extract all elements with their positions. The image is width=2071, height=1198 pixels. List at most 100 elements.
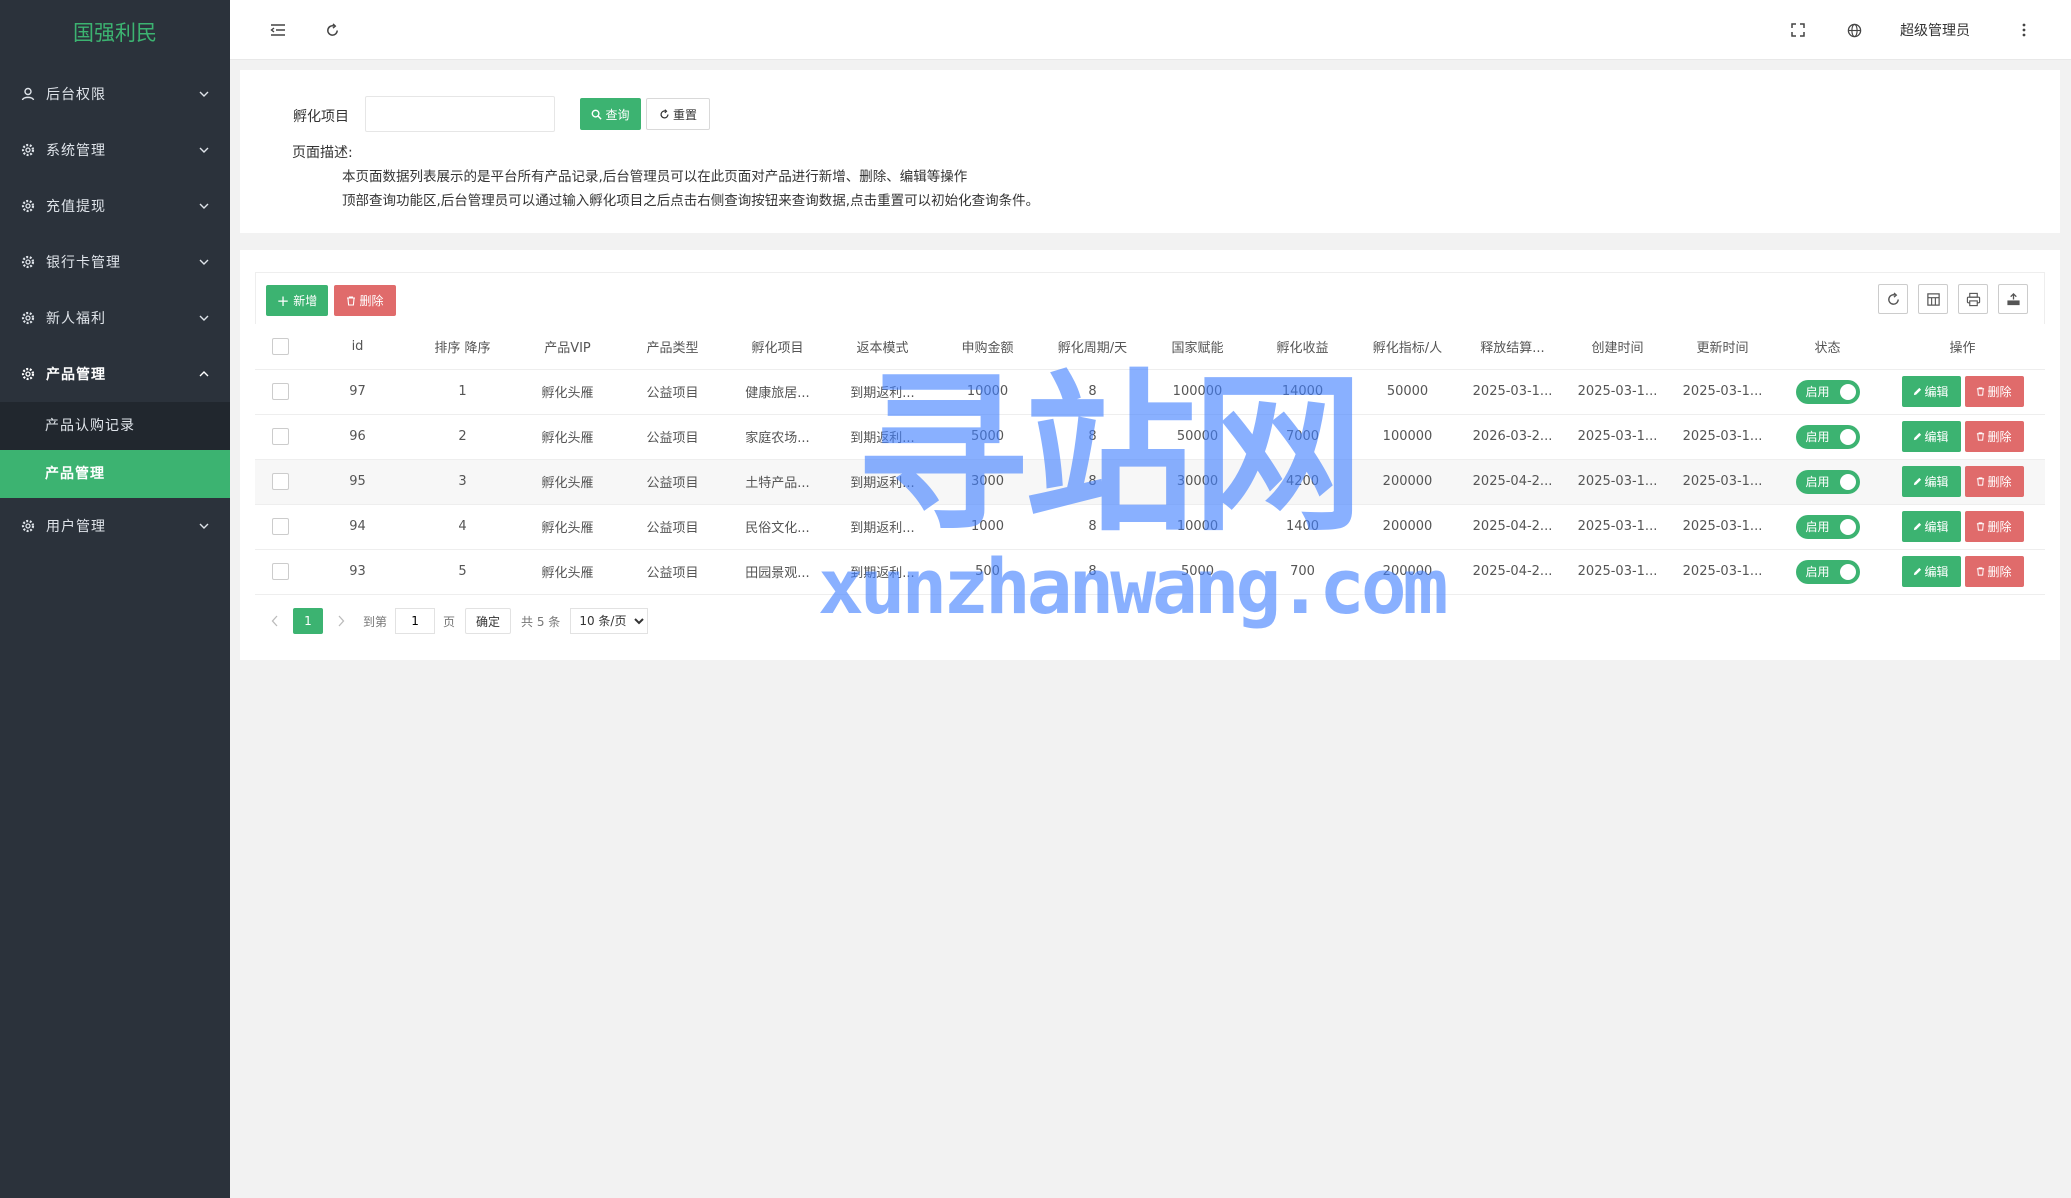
more-vertical-icon[interactable] (2012, 18, 2036, 42)
table-cell: 95 (305, 459, 410, 505)
status-toggle[interactable]: 启用 (1795, 469, 1860, 494)
sidebar-item-system[interactable]: 系统管理 (0, 122, 230, 178)
column-header[interactable]: 更新时间 (1670, 324, 1775, 370)
status-cell: 启用 (1775, 459, 1880, 505)
sidebar-item-label: 产品管理 (46, 367, 106, 383)
row-checkbox[interactable] (271, 428, 289, 445)
column-header[interactable]: 孵化指标/人 (1355, 324, 1460, 370)
chevron-down-icon (198, 256, 210, 268)
table-cell: 50000 (1145, 414, 1250, 460)
top-bar: 超级管理员 (230, 0, 2071, 60)
table-cell: 8 (1040, 369, 1145, 415)
reset-button[interactable]: 重置 (646, 98, 710, 130)
status-toggle-label: 启用 (1805, 565, 1830, 579)
sidebar-item-products[interactable]: 产品管理 (0, 346, 230, 402)
current-page[interactable]: 1 (293, 608, 323, 634)
gear-icon (20, 518, 36, 534)
status-cell: 启用 (1775, 414, 1880, 460)
batch-delete-button[interactable]: 删除 (334, 285, 396, 316)
page-size-select[interactable]: 10 条/页 (570, 608, 649, 634)
edit-button[interactable]: 编辑 (1901, 421, 1961, 452)
column-header[interactable]: 排序 降序 (410, 324, 515, 370)
actions-cell: 编辑 删除 (1880, 504, 2045, 550)
toggle-knob (1839, 563, 1856, 580)
prev-page-icon[interactable] (265, 608, 285, 634)
column-header[interactable]: 孵化周期/天 (1040, 324, 1145, 370)
table-cell: 公益项目 (620, 504, 725, 550)
table-cell: 8 (1040, 459, 1145, 505)
column-header[interactable]: 释放结算... (1460, 324, 1565, 370)
column-header[interactable]: 操作 (1880, 324, 2045, 370)
globe-icon[interactable] (1842, 18, 1866, 42)
columns-icon[interactable] (1918, 284, 1948, 314)
delete-button[interactable]: 删除 (1964, 376, 2024, 407)
edit-button[interactable]: 编辑 (1901, 376, 1961, 407)
row-select-cell (255, 369, 305, 415)
delete-button[interactable]: 删除 (1964, 556, 2024, 587)
sidebar-subitem-subscription-records[interactable]: 产品认购记录 (0, 402, 230, 450)
sidebar-item-recharge[interactable]: 充值提现 (0, 178, 230, 234)
row-checkbox[interactable] (271, 518, 289, 535)
sidebar-item-newbie-welfare[interactable]: 新人福利 (0, 290, 230, 346)
next-page-icon[interactable] (331, 608, 351, 634)
table-cell: 2025-03-1... (1565, 414, 1670, 460)
table-cell: 到期返利... (830, 549, 935, 595)
page-description-line: 本页面数据列表展示的是平台所有产品记录,后台管理员可以在此页面对产品进行新增、删… (342, 169, 968, 185)
export-icon[interactable] (1998, 284, 2028, 314)
sidebar-subitem-product-management[interactable]: 产品管理 (0, 450, 230, 498)
column-header[interactable]: 产品类型 (620, 324, 725, 370)
column-header[interactable]: 国家赋能 (1145, 324, 1250, 370)
gear-icon (20, 310, 36, 326)
column-header[interactable]: 孵化收益 (1250, 324, 1355, 370)
refresh-icon[interactable] (320, 18, 344, 42)
goto-page-input[interactable] (395, 608, 436, 634)
goto-label: 到第 (363, 614, 388, 629)
print-icon[interactable] (1958, 284, 1988, 314)
row-checkbox[interactable] (271, 473, 289, 490)
table-cell: 2025-03-1... (1565, 504, 1670, 550)
edit-button[interactable]: 编辑 (1901, 511, 1961, 542)
status-toggle-label: 启用 (1805, 385, 1830, 399)
sidebar-item-users[interactable]: 用户管理 (0, 498, 230, 554)
goto-confirm-button[interactable]: 确定 (465, 608, 512, 634)
column-header[interactable]: 产品VIP (515, 324, 620, 370)
sidebar-item-label: 充值提现 (46, 199, 106, 215)
delete-button[interactable]: 删除 (1964, 511, 2024, 542)
table-cell: 700 (1250, 549, 1355, 595)
sidebar-item-permissions[interactable]: 后台权限 (0, 66, 230, 122)
edit-button[interactable]: 编辑 (1901, 466, 1961, 497)
column-header[interactable]: 孵化项目 (725, 324, 830, 370)
current-user[interactable]: 超级管理员 (1900, 20, 1970, 40)
column-header[interactable]: id (305, 324, 410, 370)
column-header[interactable]: 返本模式 (830, 324, 935, 370)
search-icon (592, 109, 603, 120)
delete-button[interactable]: 删除 (1964, 466, 2024, 497)
search-button[interactable]: 查询 (580, 98, 641, 130)
add-button[interactable]: + 新增 (266, 285, 328, 316)
column-header[interactable]: 状态 (1775, 324, 1880, 370)
table-cell: 2025-04-2... (1460, 549, 1565, 595)
table-cell: 健康旅居... (725, 369, 830, 415)
status-toggle[interactable]: 启用 (1795, 559, 1860, 584)
table-refresh-icon[interactable] (1878, 284, 1908, 314)
status-toggle[interactable]: 启用 (1795, 424, 1860, 449)
table-cell: 5000 (935, 414, 1040, 460)
plus-icon: + (276, 291, 290, 310)
row-checkbox[interactable] (271, 383, 289, 400)
incubation-project-input[interactable] (365, 96, 555, 132)
row-checkbox[interactable] (271, 563, 289, 580)
status-toggle[interactable]: 启用 (1795, 379, 1860, 404)
column-header[interactable]: 申购金额 (935, 324, 1040, 370)
table-cell: 2025-03-1... (1670, 459, 1775, 505)
toggle-knob (1839, 473, 1856, 490)
products-submenu: 产品认购记录 产品管理 (0, 402, 230, 498)
sidebar-item-bank-card[interactable]: 银行卡管理 (0, 234, 230, 290)
select-all-checkbox[interactable] (271, 337, 289, 355)
fullscreen-icon[interactable] (1786, 18, 1810, 42)
delete-button[interactable]: 删除 (1964, 421, 2024, 452)
edit-button[interactable]: 编辑 (1901, 556, 1961, 587)
menu-toggle-icon[interactable] (266, 18, 290, 42)
sidebar-item-label: 后台权限 (46, 87, 106, 103)
column-header[interactable]: 创建时间 (1565, 324, 1670, 370)
status-toggle[interactable]: 启用 (1795, 514, 1860, 539)
